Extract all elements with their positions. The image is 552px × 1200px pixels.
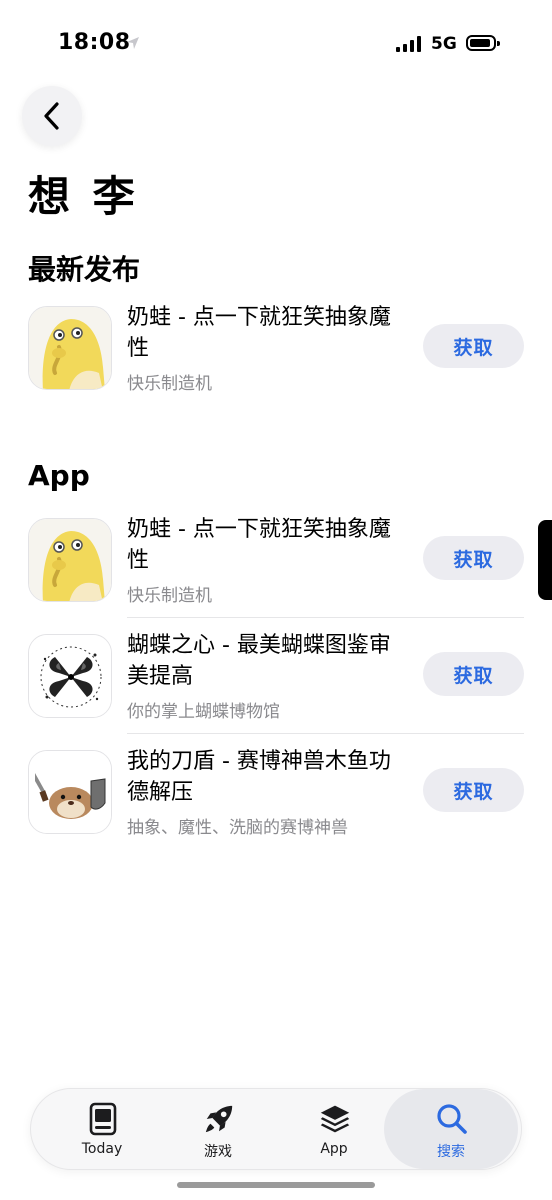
- battery-icon: [466, 35, 500, 51]
- hamster-sword-shield-icon[interactable]: [28, 750, 112, 834]
- app-subtitle: 快乐制造机: [127, 586, 212, 606]
- row-divider: [127, 733, 524, 734]
- get-button[interactable]: 获取: [423, 652, 524, 696]
- cellular-signal-icon: [396, 36, 422, 52]
- butterfly-icon[interactable]: [28, 634, 112, 718]
- app-subtitle: 你的掌上蝴蝶博物馆: [127, 702, 280, 722]
- network-type: 5G: [431, 34, 457, 54]
- app-subtitle: 抽象、魔性、洗脑的赛博神兽: [127, 818, 348, 838]
- location-arrow-icon: [127, 37, 139, 49]
- search-icon: [436, 1101, 468, 1137]
- frog-icon[interactable]: [28, 306, 112, 390]
- rocket-icon: [203, 1101, 235, 1137]
- layers-icon: [319, 1101, 351, 1137]
- chevron-left-icon: [44, 102, 59, 130]
- tab-bar: Today 游戏 App 搜索: [30, 1088, 522, 1170]
- app-name: 我的刀盾 - 赛博神兽木鱼功德解压: [127, 749, 391, 805]
- tab-label: App: [320, 1141, 348, 1157]
- app-name: 蝴蝶之心 - 最美蝴蝶图鉴审美提高: [127, 633, 391, 689]
- status-bar: 18:08 5G: [0, 0, 552, 80]
- row-divider: [127, 617, 524, 618]
- status-time: 18:08: [58, 30, 131, 55]
- tab-apps[interactable]: App: [279, 1089, 389, 1169]
- tab-games[interactable]: 游戏: [163, 1089, 273, 1169]
- back-button[interactable]: [22, 86, 82, 146]
- get-button[interactable]: 获取: [423, 324, 524, 368]
- tab-search[interactable]: 搜索: [384, 1089, 518, 1169]
- app-row[interactable]: 我的刀盾 - 赛博神兽木鱼功德解压 抽象、魔性、洗脑的赛博神兽 获取: [28, 749, 524, 866]
- tab-label: Today: [81, 1141, 123, 1157]
- tab-today[interactable]: Today: [47, 1089, 157, 1169]
- today-icon: [87, 1101, 119, 1137]
- app-name: 奶蛙 - 点一下就狂笑抽象魔性: [127, 517, 391, 573]
- section-title-latest: 最新发布: [28, 253, 141, 286]
- app-name: 奶蛙 - 点一下就狂笑抽象魔性: [127, 305, 391, 361]
- page-title: 想 李: [28, 172, 139, 221]
- home-indicator[interactable]: [177, 1182, 375, 1188]
- tab-label: 游戏: [204, 1144, 232, 1160]
- app-subtitle: 快乐制造机: [127, 374, 212, 394]
- get-button[interactable]: 获取: [423, 536, 524, 580]
- side-handle[interactable]: [538, 520, 552, 600]
- tab-label: 搜索: [437, 1144, 465, 1160]
- app-row[interactable]: 奶蛙 - 点一下就狂笑抽象魔性 快乐制造机 获取: [28, 305, 524, 422]
- get-button[interactable]: 获取: [423, 768, 524, 812]
- frog-icon[interactable]: [28, 518, 112, 602]
- section-title-app: App: [28, 459, 90, 492]
